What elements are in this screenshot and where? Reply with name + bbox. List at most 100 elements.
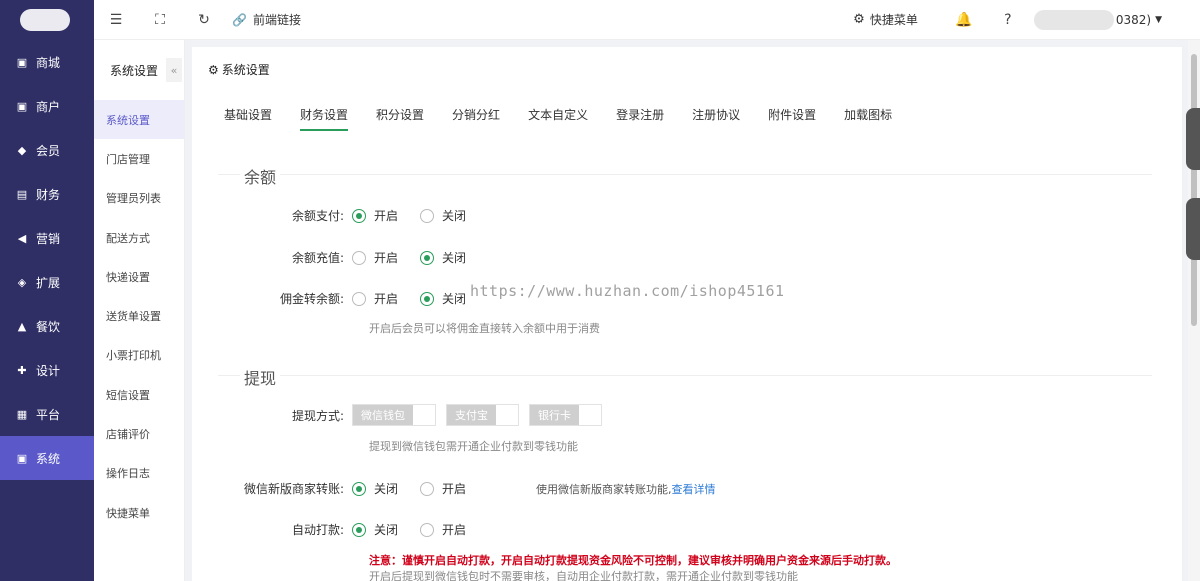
wechat-transfer-close-radio[interactable]: 关闭 (352, 480, 398, 497)
commission-row: 佣金转余额: 开启 关闭 (192, 290, 488, 307)
nav-item-mall[interactable]: ▣ 商城 (0, 40, 94, 84)
tab-finance[interactable]: 财务设置 (288, 99, 360, 131)
tab-login-register[interactable]: 登录注册 (604, 99, 676, 129)
view-details-link[interactable]: 查看详情 (672, 483, 716, 496)
toggle-knob (496, 405, 518, 425)
balance-pay-close-radio[interactable]: 关闭 (420, 207, 466, 224)
commission-label: 佣金转余额: (279, 292, 344, 306)
diamond-icon: ◆ (17, 143, 27, 157)
bank-card-toggle[interactable]: 银行卡 (529, 404, 602, 426)
nav-item-system[interactable]: ▣ 系统 (0, 436, 94, 480)
auto-pay-open-radio[interactable]: 开启 (420, 521, 466, 538)
balance-pay-open-radio[interactable]: 开启 (352, 207, 398, 224)
sub-item-delivery-method[interactable]: 配送方式 (94, 218, 184, 257)
megaphone-icon: ◀ (17, 231, 27, 245)
commission-close-radio[interactable]: 关闭 (420, 290, 466, 307)
logo[interactable] (0, 0, 94, 40)
radio-circle (352, 250, 366, 265)
radio-circle (420, 208, 435, 223)
radio-circle (420, 522, 435, 537)
auto-pay-warning: 注意：谨慎开启自动打款，开启自动打款提现资金风险不可控制，建议审核并明确用户资金… (369, 554, 897, 567)
balance-recharge-open-radio[interactable]: 开启 (352, 249, 398, 266)
monitor-icon: ▣ (16, 55, 28, 69)
puzzle-icon: ✚ (17, 363, 27, 377)
balance-recharge-label: 余额充值: (291, 251, 344, 265)
sub-sidebar-title: 系统设置 « (94, 40, 184, 100)
sub-item-store-reviews[interactable]: 店铺评价 (94, 414, 184, 453)
nav-item-platform[interactable]: ▦ 平台 (0, 392, 94, 436)
bell-icon[interactable]: 🔔 (942, 12, 986, 28)
top-bar: ☰ ⛶ ↻ 🔗 前端链接 ⚙ 快捷菜单 🔔 ? 0382) ▼ (94, 0, 1200, 40)
dish-icon: ▲ (17, 319, 27, 333)
nav-item-design[interactable]: ✚ 设计 (0, 348, 94, 392)
settings-card: ⚙ 系统设置 基础设置 财务设置 积分设置 分销分红 文本自定义 登录注册 注册协… (192, 47, 1182, 581)
sub-item-admin-list[interactable]: 管理员列表 (94, 179, 184, 218)
wechat-transfer-open-radio[interactable]: 开启 (420, 480, 466, 497)
tab-distribution[interactable]: 分销分红 (440, 99, 512, 129)
sub-item-receipt-printer[interactable]: 小票打印机 (94, 336, 184, 375)
alipay-toggle[interactable]: 支付宝 (446, 404, 519, 426)
radio-circle (352, 208, 366, 223)
wechat-transfer-note: 使用微信新版商家转账功能,查看详情 (536, 482, 716, 496)
toggle-knob (579, 405, 601, 425)
sub-item-express-settings[interactable]: 快递设置 (94, 257, 184, 296)
section-title-withdraw: 提现 (240, 365, 281, 389)
toggle-knob (413, 405, 435, 425)
sub-sidebar: 系统设置 « 系统设置 门店管理 管理员列表 配送方式 快递设置 送货单设置 小… (94, 40, 185, 581)
radio-circle (420, 250, 435, 265)
user-menu[interactable]: 0382) ▼ (1033, 9, 1162, 30)
quick-menu-button[interactable]: ⚙ 快捷菜单 (853, 11, 918, 28)
nav-item-marketing[interactable]: ◀ 营销 (0, 216, 94, 260)
gear-icon: ⚙ (208, 62, 219, 77)
refresh-icon[interactable]: ↻ (182, 12, 226, 28)
settings-tabs: 基础设置 财务设置 积分设置 分销分红 文本自定义 登录注册 注册协议 附件设置… (212, 99, 908, 131)
nav-item-extension[interactable]: ◈ 扩展 (0, 260, 94, 304)
scrollbar-thumb[interactable] (1191, 54, 1197, 326)
sub-item-operation-log[interactable]: 操作日志 (94, 454, 184, 493)
section-divider (218, 174, 1152, 175)
sub-item-system-settings[interactable]: 系统设置 (94, 100, 184, 140)
fullscreen-icon[interactable]: ⛶ (138, 12, 182, 28)
tab-register-agreement[interactable]: 注册协议 (680, 99, 752, 129)
withdraw-method-hint: 提现到微信钱包需开通企业付款到零钱功能 (369, 440, 578, 453)
grid-icon: ▦ (16, 407, 28, 421)
gear-icon: ⚙ (853, 12, 865, 27)
auto-pay-close-radio[interactable]: 关闭 (352, 521, 398, 538)
nav-item-finance[interactable]: ▤ 财务 (0, 172, 94, 216)
sub-item-sms-settings[interactable]: 短信设置 (94, 375, 184, 414)
sub-item-store-management[interactable]: 门店管理 (94, 139, 184, 178)
radio-circle (352, 291, 366, 306)
tab-attachment[interactable]: 附件设置 (756, 99, 828, 129)
main-sidebar: ▣ 商城 ▣ 商户 ◆ 会员 ▤ 财务 ◀ 营销 ◈ 扩展 ▲ 餐饮 ✚ 设计 ▦ 平台 ▣ 系统 (0, 0, 94, 581)
nav-item-member[interactable]: ◆ 会员 (0, 128, 94, 172)
tab-points[interactable]: 积分设置 (364, 99, 436, 129)
help-icon[interactable]: ? (986, 12, 1030, 28)
commission-open-radio[interactable]: 开启 (352, 290, 398, 307)
side-float-tab[interactable] (1186, 198, 1200, 260)
balance-recharge-close-radio[interactable]: 关闭 (420, 249, 466, 266)
side-float-tab[interactable] (1186, 108, 1200, 170)
frontend-link[interactable]: 🔗 前端链接 (232, 11, 301, 28)
radio-circle (352, 481, 366, 496)
withdraw-method-label: 提现方式: (291, 408, 344, 423)
menu-fold-icon[interactable]: ☰ (94, 12, 138, 28)
sub-item-delivery-note[interactable]: 送货单设置 (94, 296, 184, 335)
page-title: ⚙ 系统设置 (208, 62, 270, 78)
collapse-icon[interactable]: « (166, 58, 182, 82)
tab-custom-text[interactable]: 文本自定义 (516, 99, 600, 129)
radio-circle (352, 522, 366, 537)
nav-item-catering[interactable]: ▲ 餐饮 (0, 304, 94, 348)
sub-item-quick-menu[interactable]: 快捷菜单 (94, 493, 184, 532)
auto-pay-hint: 开启后提现到微信钱包时不需要审核，自动用企业付款打款，需开通企业付款到零钱功能 (369, 570, 798, 581)
logo-image (20, 9, 70, 31)
system-icon: ▣ (16, 451, 28, 465)
section-title-balance: 余额 (240, 164, 281, 188)
nav-item-merchant[interactable]: ▣ 商户 (0, 84, 94, 128)
caret-down-icon: ▼ (1155, 14, 1162, 25)
cube-icon: ◈ (17, 275, 27, 289)
wechat-transfer-label: 微信新版商家转账: (243, 482, 344, 496)
wechat-wallet-toggle[interactable]: 微信钱包 (352, 404, 436, 426)
link-icon: 🔗 (232, 12, 247, 27)
tab-basic[interactable]: 基础设置 (212, 99, 284, 129)
tab-loading-icon[interactable]: 加载图标 (832, 99, 904, 129)
